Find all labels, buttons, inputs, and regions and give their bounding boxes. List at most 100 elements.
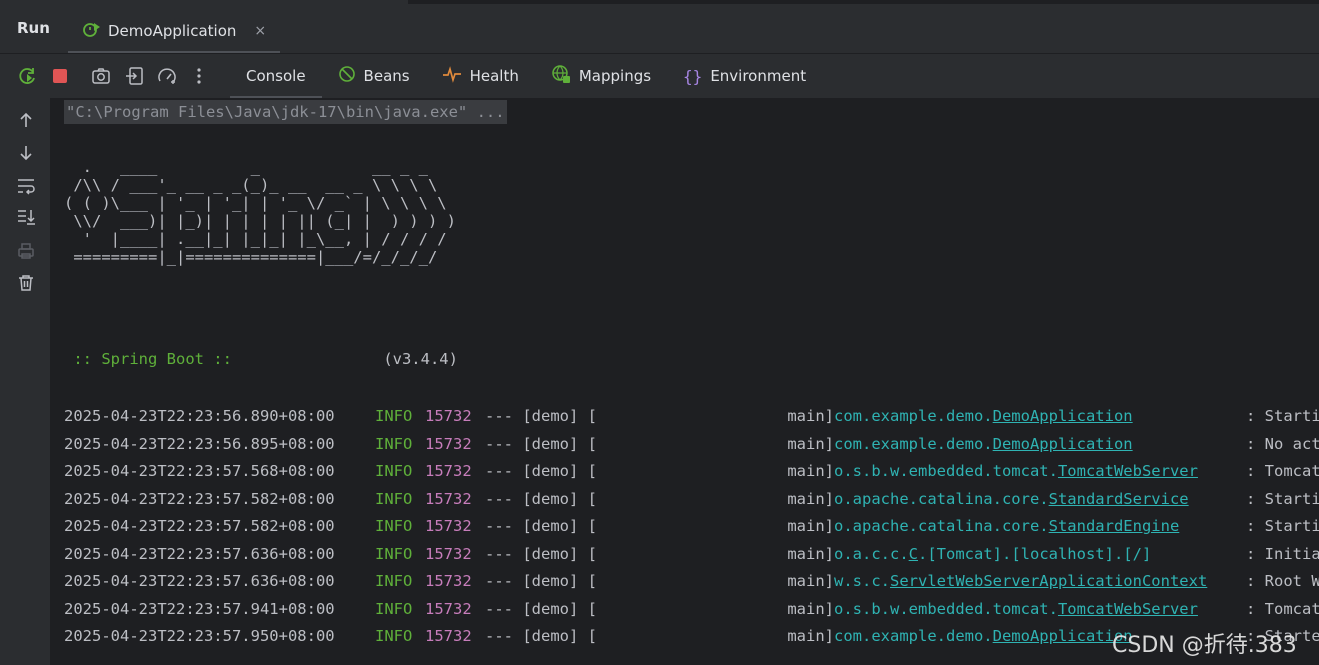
mappings-icon — [551, 64, 571, 88]
health-icon — [442, 65, 462, 87]
log-thread: main] — [787, 489, 834, 508]
restore-layout-icon[interactable] — [124, 64, 146, 88]
log-thread: main] — [787, 434, 834, 453]
tab-label: Mappings — [578, 67, 652, 85]
logger-package: w.s.c. — [834, 572, 890, 590]
screenshot-icon[interactable] — [90, 64, 112, 88]
log-logger-link[interactable]: com.example.demo.DemoApplication — [834, 431, 1246, 459]
scroll-to-end-icon[interactable] — [14, 205, 38, 229]
log-timestamp: 2025-04-23T22:23:56.895+08:00 — [64, 434, 335, 453]
log-app-thread-prefix: --- [demo] [ — [485, 544, 597, 563]
log-level: INFO — [375, 462, 413, 480]
log-message: : Starting Ser — [1246, 517, 1319, 535]
log-app-thread-prefix: --- [demo] [ — [485, 572, 597, 590]
java-command-line[interactable]: "C:\Program Files\Java\jdk-17\bin\java.e… — [64, 100, 507, 124]
log-message: : Starting ser — [1246, 489, 1319, 508]
scroll-down-icon[interactable] — [14, 141, 38, 165]
log-thread: main] — [787, 517, 834, 535]
log-line: 2025-04-23T22:23:57.636+08:00 INFO 15732 --… — [64, 568, 1319, 596]
log-level: INFO — [375, 544, 413, 563]
log-logger-link[interactable]: o.s.b.w.embedded.tomcat.TomcatWebServer — [834, 458, 1246, 486]
spring-boot-run-icon — [82, 19, 102, 43]
logger-class: DemoApplication — [992, 434, 1133, 453]
log-level: INFO — [375, 627, 413, 645]
log-logger-link[interactable]: o.s.b.w.embedded.tomcat.TomcatWebServer — [834, 596, 1246, 624]
log-level: INFO — [375, 599, 413, 618]
log-timestamp: 2025-04-23T22:23:57.636+08:00 — [64, 572, 335, 590]
run-configuration-tab[interactable]: DemoApplication × — [68, 8, 281, 53]
log-line: 2025-04-23T22:23:57.582+08:00 INFO 15732 --… — [64, 513, 1319, 541]
console-side-toolbar — [0, 98, 50, 665]
scroll-up-icon[interactable] — [14, 108, 38, 132]
log-timestamp: 2025-04-23T22:23:57.568+08:00 — [64, 462, 335, 480]
clear-all-icon[interactable] — [14, 271, 38, 295]
logger-package: o.apache.catalina.core. — [834, 489, 1049, 508]
run-tab-title: DemoApplication — [108, 21, 237, 40]
rerun-icon[interactable] — [17, 64, 39, 88]
logger-package: com.example.demo. — [834, 434, 993, 453]
run-tabs: Console Beans Health Mappings {} Environ… — [230, 54, 822, 98]
log-logger-link[interactable]: o.a.c.c.C.[Tomcat].[localhost].[/] — [834, 541, 1246, 569]
tab-console[interactable]: Console — [230, 54, 322, 98]
log-app-thread-prefix: --- [demo] [ — [485, 462, 597, 480]
logger-class: DemoApplication — [992, 407, 1133, 425]
log-pid: 15732 — [425, 462, 472, 480]
log-logger-link[interactable]: com.example.demo.DemoApplication — [834, 403, 1246, 431]
log-level: INFO — [375, 517, 413, 535]
more-icon[interactable] — [188, 64, 210, 88]
log-app-thread-prefix: --- [demo] [ — [485, 627, 597, 645]
log-pid: 15732 — [425, 517, 472, 535]
tab-beans[interactable]: Beans — [322, 54, 426, 98]
logger-suffix: .[Tomcat].[localhost].[/] — [918, 544, 1152, 563]
log-timestamp: 2025-04-23T22:23:56.890+08:00 — [64, 407, 335, 425]
log-thread: main] — [787, 544, 834, 563]
log-logger-link[interactable]: o.apache.catalina.core.StandardService — [834, 486, 1246, 514]
log-pid: 15732 — [425, 627, 472, 645]
log-app-thread-prefix: --- [demo] [ — [485, 599, 597, 618]
logger-package: o.s.b.w.embedded.tomcat. — [834, 599, 1058, 618]
log-thread: main] — [787, 599, 834, 618]
log-timestamp: 2025-04-23T22:23:57.950+08:00 — [64, 627, 335, 645]
soft-wrap-icon[interactable] — [14, 174, 38, 198]
log-timestamp: 2025-04-23T22:23:57.582+08:00 — [64, 517, 335, 535]
log-message: : Tomcat start — [1246, 599, 1319, 618]
log-message: : Starting Dem — [1246, 407, 1319, 425]
log-line: 2025-04-23T22:23:57.582+08:00 INFO 15732 --… — [64, 486, 1319, 514]
log-line: 2025-04-23T22:23:57.568+08:00 INFO 15732 --… — [64, 458, 1319, 486]
log-app-thread-prefix: --- [demo] [ — [485, 517, 597, 535]
log-pid: 15732 — [425, 544, 472, 563]
logger-class: C — [908, 544, 918, 563]
log-level: INFO — [375, 489, 413, 508]
logger-class: ServletWebServerApplicationContext — [890, 572, 1208, 590]
tab-environment[interactable]: {} Environment — [667, 54, 822, 98]
log-thread: main] — [787, 572, 834, 590]
log-message: : Initializing — [1246, 544, 1319, 563]
tab-health[interactable]: Health — [426, 54, 535, 98]
stop-icon[interactable] — [49, 64, 71, 88]
tab-mappings[interactable]: Mappings — [535, 54, 667, 98]
close-icon[interactable]: × — [254, 23, 266, 39]
logger-package: o.apache.catalina.core. — [834, 517, 1049, 535]
log-message: : Root WebAppl — [1246, 572, 1319, 590]
performance-icon[interactable] — [156, 64, 178, 88]
csdn-watermark: CSDN @折待.383 — [1112, 633, 1297, 658]
tab-label: Health — [469, 67, 519, 85]
tab-underline — [68, 51, 281, 53]
log-message: : Tomcat initi — [1246, 462, 1319, 480]
log-logger-link[interactable]: o.apache.catalina.core.StandardEngine — [834, 513, 1246, 541]
logger-class: StandardService — [1048, 489, 1189, 508]
beans-icon — [338, 65, 356, 87]
editor-strip — [408, 0, 1319, 4]
log-timestamp: 2025-04-23T22:23:57.941+08:00 — [64, 599, 335, 618]
log-line: 2025-04-23T22:23:56.895+08:00 INFO 15732 --… — [64, 431, 1319, 459]
logger-package: o.a.c.c. — [834, 544, 909, 563]
console-output[interactable]: "C:\Program Files\Java\jdk-17\bin\java.e… — [50, 98, 1319, 665]
log-message: : No active pr — [1246, 434, 1319, 453]
log-level: INFO — [375, 407, 413, 425]
log-thread: main] — [787, 407, 834, 425]
log-pid: 15732 — [425, 489, 472, 508]
log-line: 2025-04-23T22:23:57.941+08:00 INFO 15732 --… — [64, 596, 1319, 624]
log-logger-link[interactable]: w.s.c.ServletWebServerApplicationContext — [834, 568, 1246, 596]
log-timestamp: 2025-04-23T22:23:57.582+08:00 — [64, 489, 335, 508]
tab-label: Console — [246, 67, 306, 85]
